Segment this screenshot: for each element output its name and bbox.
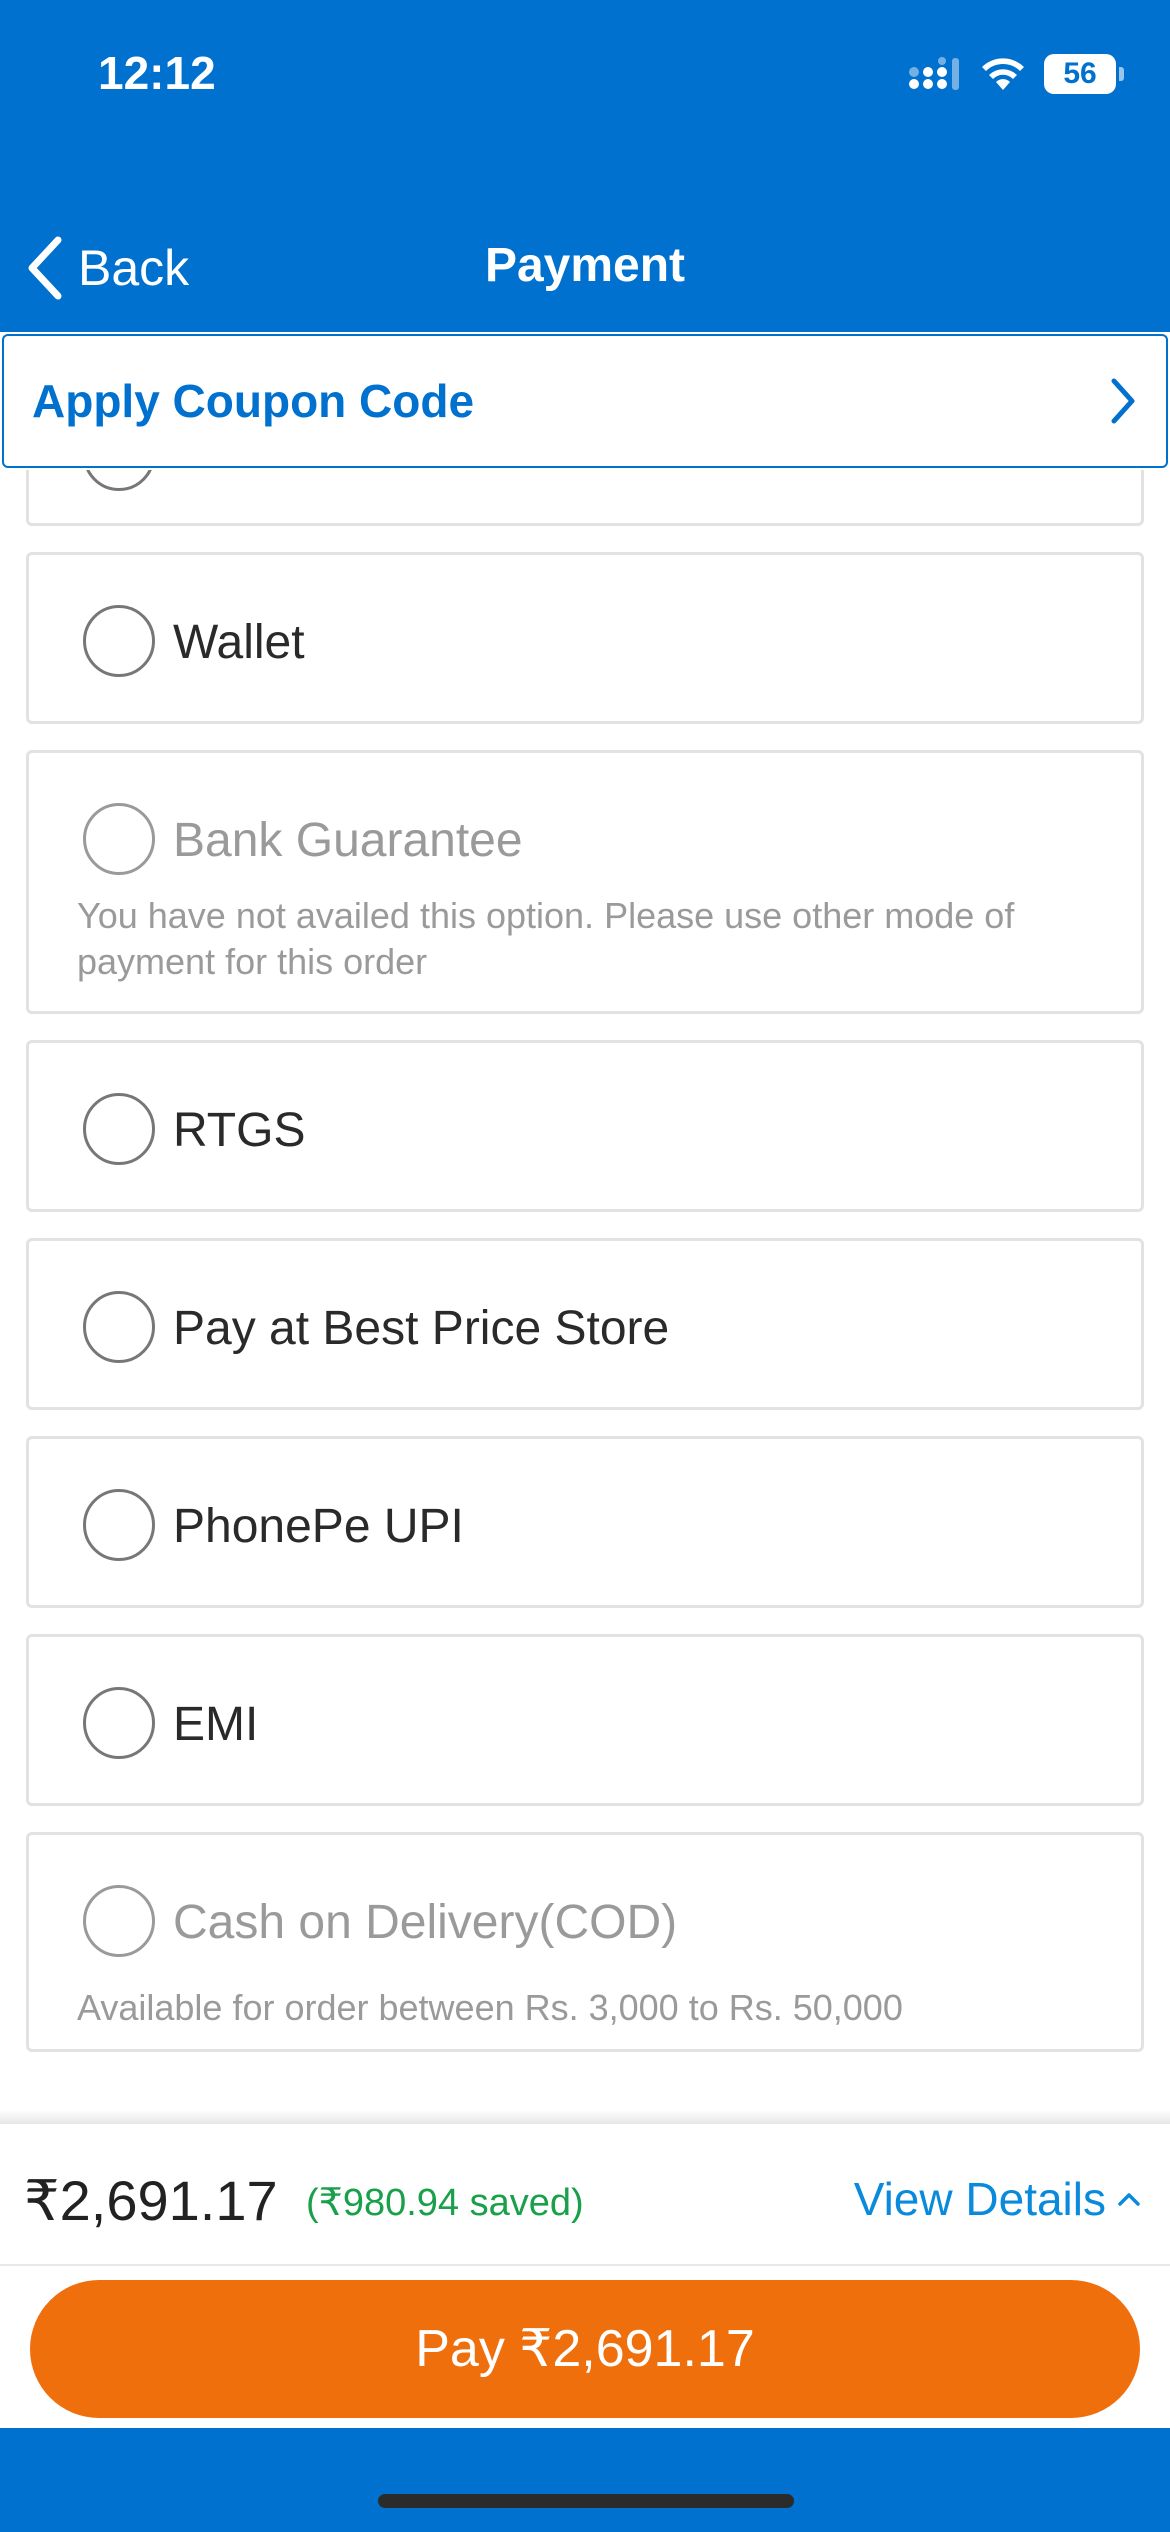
view-details-label: View Details [853,2173,1106,2225]
battery-icon: 56 [1044,54,1124,94]
payment-option-label: RTGS [173,1104,306,1157]
bottom-bar [0,2428,1170,2532]
apply-coupon-button[interactable]: Apply Coupon Code [2,334,1168,468]
footer-divider [0,2110,1170,2124]
payment-option-label: Cash on Delivery(COD) [173,1896,678,1949]
home-indicator[interactable] [378,2494,794,2508]
radio-button[interactable] [83,1291,155,1363]
chevron-right-icon [1111,378,1135,424]
radio-button[interactable] [83,1489,155,1561]
page-title: Payment [484,239,686,292]
wifi-icon [982,58,1024,90]
status-icons: 56 [908,52,1124,96]
payment-option-wallet[interactable]: Wallet [26,552,1144,724]
status-time: 12:12 [98,47,216,99]
payment-option-label: Pay at Best Price Store [173,1302,670,1355]
payment-option-label: Bank Guarantee [173,814,523,867]
payment-option-cod: Cash on Delivery(COD) Available for orde… [26,1832,1144,2052]
pay-area: Pay ₹2,691.17 [0,2266,1170,2428]
app-header: 12:12 56 Back Payment [0,0,1170,332]
order-summary-bar: ₹2,691.17 (₹980.94 saved) View Details [0,2124,1170,2266]
view-details-button[interactable]: View Details [854,2172,1142,2226]
payment-option-rtgs[interactable]: RTGS [26,1040,1144,1212]
radio-button[interactable] [83,1687,155,1759]
radio-button[interactable] [83,1093,155,1165]
payment-option-bank-guarantee: Bank Guarantee You have not availed this… [26,750,1144,1014]
payment-option-note: You have not availed this option. Please… [77,895,1015,982]
radio-button[interactable] [83,470,155,491]
total-amount: ₹2,691.17 [24,2169,278,2232]
payment-option-label: EMI [173,1698,259,1751]
radio-button [83,1885,155,1957]
signal-icon [909,57,959,90]
payment-option-emi[interactable]: EMI [26,1634,1144,1806]
saved-amount: (₹980.94 saved) [306,2182,584,2224]
payment-option-phonepe-upi[interactable]: PhonePe UPI [26,1436,1144,1608]
payment-option-label: PhonePe UPI [173,1500,464,1553]
apply-coupon-label: Apply Coupon Code [32,375,475,427]
payment-option-note: Available for order between Rs. 3,000 to… [77,1987,903,2028]
payment-option-pay-at-store[interactable]: Pay at Best Price Store [26,1238,1144,1410]
radio-button [83,803,155,875]
pay-button[interactable]: Pay ₹2,691.17 [30,2280,1140,2418]
payment-option-label: Wallet [173,616,305,669]
chevron-up-icon [1118,2193,1140,2206]
payment-option-hidden[interactable] [26,470,1144,526]
payment-methods-list[interactable]: Wallet Bank Guarantee You have not avail… [0,470,1170,2110]
radio-button[interactable] [83,605,155,677]
